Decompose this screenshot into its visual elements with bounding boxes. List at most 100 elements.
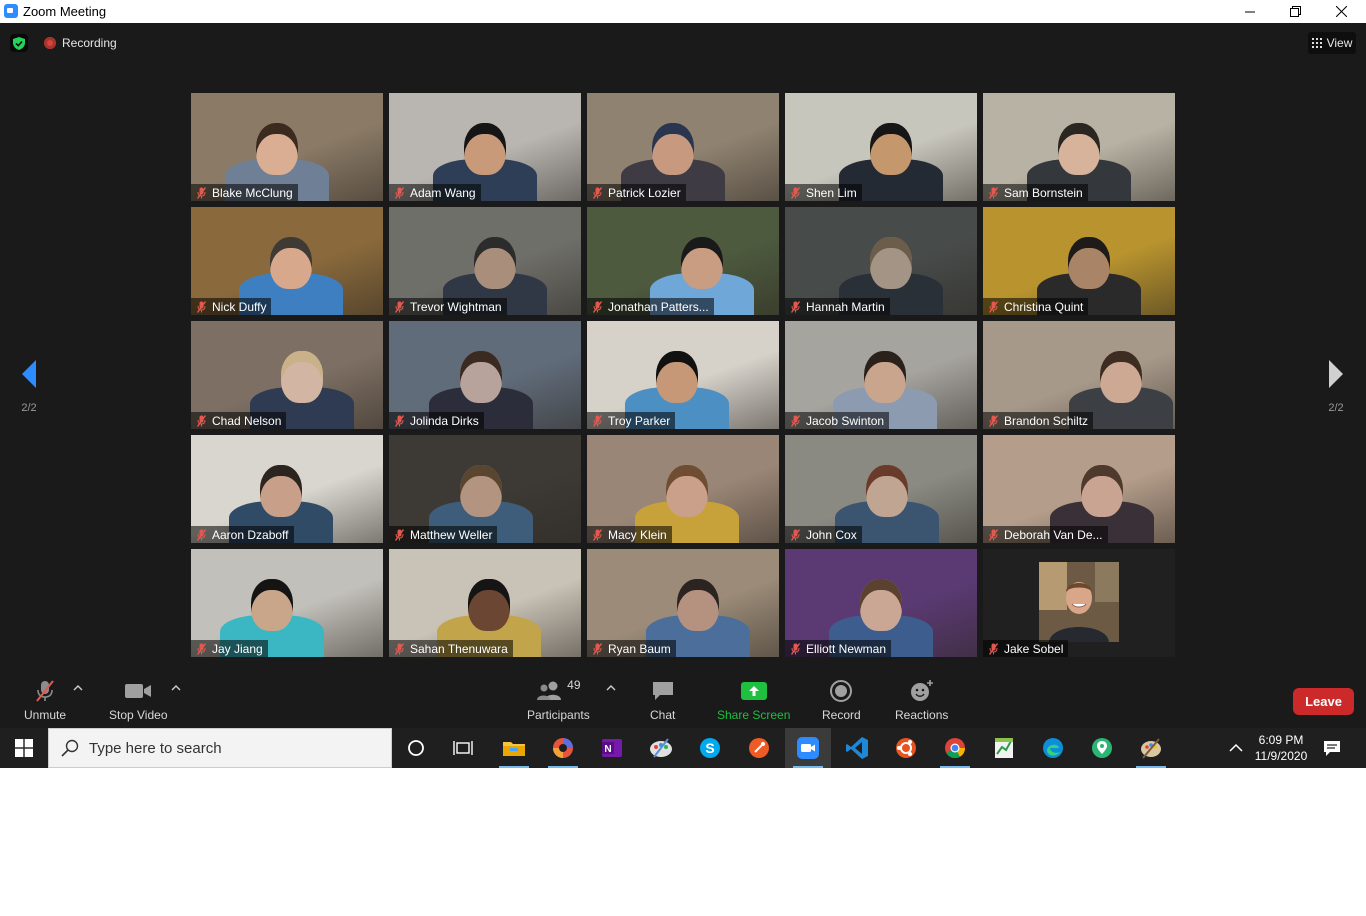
participant-face: [681, 237, 724, 289]
title-bar: Zoom Meeting: [0, 0, 1366, 23]
participant-face: [652, 123, 695, 175]
security-shield-button[interactable]: [10, 34, 28, 52]
participant-video-tile[interactable]: Ryan Baum: [587, 549, 779, 657]
taskbar-paint-3d[interactable]: [1128, 728, 1174, 768]
taskbar-edge[interactable]: [1030, 728, 1076, 768]
participant-video-tile[interactable]: Jolinda Dirks: [389, 321, 581, 429]
show-hidden-icons-caret-icon[interactable]: [1228, 740, 1244, 756]
zoom-app-icon: [4, 4, 18, 18]
taskbar-postman[interactable]: [736, 728, 782, 768]
reactions-button[interactable]: Reactions: [895, 678, 948, 722]
muted-mic-icon: [988, 528, 999, 541]
muted-mic-icon: [988, 414, 999, 427]
taskbar-app-swirl[interactable]: [540, 728, 586, 768]
system-clock[interactable]: 6:09 PM 11/9/2020: [1250, 732, 1312, 764]
participants-options-caret-icon[interactable]: [606, 684, 616, 692]
muted-mic-icon: [790, 642, 801, 655]
close-button[interactable]: [1318, 0, 1364, 23]
video-options-caret-icon[interactable]: [171, 684, 181, 692]
gallery-view: Blake McClung Adam Wang Patrick Lozier Shen…: [191, 93, 1175, 657]
recording-dot-icon: [44, 37, 56, 49]
participant-video-tile[interactable]: Christina Quint: [983, 207, 1175, 315]
taskbar-maps-app[interactable]: [1079, 728, 1125, 768]
leave-button[interactable]: Leave: [1293, 688, 1354, 715]
participant-video-tile[interactable]: Jay Jiang: [191, 549, 383, 657]
participant-video-tile[interactable]: Chad Nelson: [191, 321, 383, 429]
participants-button[interactable]: 49 Participants: [527, 678, 590, 722]
unmute-button[interactable]: Unmute: [24, 678, 66, 722]
record-label: Record: [822, 708, 861, 722]
svg-text:S: S: [705, 740, 714, 756]
participant-video-tile[interactable]: Sahan Thenuwara: [389, 549, 581, 657]
participant-video-tile[interactable]: Sam Bornstein: [983, 93, 1175, 201]
stop-video-button[interactable]: Stop Video: [109, 678, 168, 722]
taskbar-search-box[interactable]: Type here to search: [48, 728, 392, 768]
record-button[interactable]: Record: [822, 678, 861, 722]
participant-face: [863, 351, 906, 403]
audio-options-caret-icon[interactable]: [73, 684, 83, 692]
next-page-button[interactable]: 2/2: [1316, 358, 1356, 414]
participant-name: Jake Sobel: [1004, 641, 1064, 656]
participant-video-tile[interactable]: Jacob Swinton: [785, 321, 977, 429]
task-view-icon: [453, 741, 473, 755]
share-screen-button[interactable]: Share Screen: [717, 678, 790, 722]
participant-video-tile[interactable]: Nick Duffy: [191, 207, 383, 315]
participant-face: [869, 123, 912, 175]
restore-button[interactable]: [1272, 0, 1318, 23]
participant-video-tile[interactable]: Brandon Schiltz: [983, 321, 1175, 429]
participant-video-tile[interactable]: Aaron Dzaboff: [191, 435, 383, 543]
participant-name: Macy Klein: [608, 527, 667, 542]
participant-video-tile[interactable]: Blake McClung: [191, 93, 383, 201]
participant-video-tile[interactable]: Deborah Van De...: [983, 435, 1175, 543]
taskbar-file-explorer[interactable]: [491, 728, 537, 768]
swirl-app-icon: [553, 738, 573, 758]
taskbar-skype[interactable]: S: [687, 728, 733, 768]
participant-video-tile[interactable]: Hannah Martin: [785, 207, 977, 315]
taskbar-onenote[interactable]: N: [589, 728, 635, 768]
participant-nameplate: Sam Bornstein: [983, 184, 1088, 201]
participant-nameplate: Hannah Martin: [785, 298, 890, 315]
participant-video-tile[interactable]: Matthew Weller: [389, 435, 581, 543]
task-view-button[interactable]: [440, 728, 486, 768]
taskbar-chart-app[interactable]: [981, 728, 1027, 768]
view-button[interactable]: View: [1308, 32, 1356, 54]
participant-video-tile[interactable]: Adam Wang: [389, 93, 581, 201]
participant-video-tile[interactable]: Patrick Lozier: [587, 93, 779, 201]
participant-video-tile[interactable]: Elliott Newman: [785, 549, 977, 657]
participant-name: Adam Wang: [410, 185, 476, 200]
participant-video-tile[interactable]: Macy Klein: [587, 435, 779, 543]
taskbar-ubuntu[interactable]: [883, 728, 929, 768]
participant-nameplate: Macy Klein: [587, 526, 672, 543]
start-button[interactable]: [0, 728, 48, 768]
share-screen-icon: [740, 678, 768, 704]
paint-brush-palette-icon: [1141, 738, 1161, 759]
taskbar-vscode[interactable]: [834, 728, 880, 768]
cortana-button[interactable]: [393, 728, 439, 768]
restore-icon: [1289, 6, 1301, 17]
ubuntu-icon: [896, 738, 916, 758]
participant-video-tile[interactable]: Trevor Wightman: [389, 207, 581, 315]
chat-button[interactable]: Chat: [650, 678, 675, 722]
recording-indicator[interactable]: Recording: [44, 35, 117, 51]
participant-nameplate: Jake Sobel: [983, 640, 1069, 657]
participant-video-tile[interactable]: Shen Lim: [785, 93, 977, 201]
taskbar-chrome[interactable]: [932, 728, 978, 768]
previous-page-button[interactable]: 2/2: [9, 358, 49, 414]
taskbar-paint[interactable]: [638, 728, 684, 768]
participant-face: [656, 351, 699, 403]
muted-mic-icon: [790, 186, 801, 199]
muted-mic-icon: [988, 186, 999, 199]
participant-video-tile[interactable]: John Cox: [785, 435, 977, 543]
muted-mic-icon: [592, 300, 603, 313]
participant-video-tile[interactable]: Troy Parker: [587, 321, 779, 429]
minimize-button[interactable]: [1227, 0, 1273, 23]
participant-video-tile[interactable]: Jake Sobel: [983, 549, 1175, 657]
participant-face: [865, 465, 908, 517]
arrow-left-icon: [22, 360, 36, 388]
taskbar-zoom[interactable]: [785, 728, 831, 768]
postman-icon: [749, 738, 769, 758]
chart-document-icon: [995, 738, 1013, 758]
participant-name: Matthew Weller: [410, 527, 493, 542]
participant-video-tile[interactable]: Jonathan Patters...: [587, 207, 779, 315]
action-center-icon[interactable]: [1322, 738, 1342, 758]
